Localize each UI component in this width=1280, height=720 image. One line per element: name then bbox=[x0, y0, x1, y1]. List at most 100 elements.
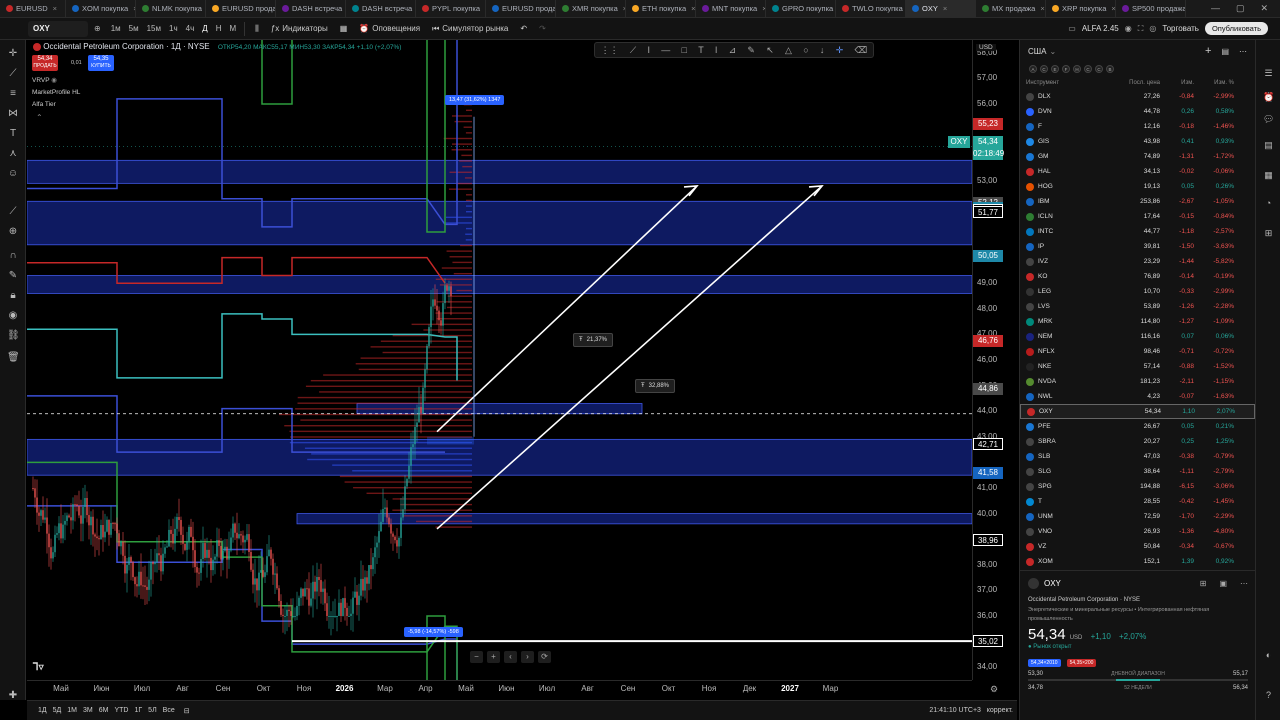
zoom-icon[interactable]: ⊕ bbox=[7, 226, 19, 238]
text-icon[interactable]: T bbox=[7, 128, 19, 140]
timeframe-option[interactable]: Д bbox=[198, 24, 211, 33]
minimize-icon[interactable]: — bbox=[1211, 3, 1220, 14]
circle-tool-icon[interactable]: ○ bbox=[803, 45, 808, 55]
axis-settings-icon[interactable]: ⚙ bbox=[990, 684, 998, 695]
lock-icon[interactable]: 🔒︎ bbox=[7, 290, 19, 302]
trade-button[interactable]: Торговать bbox=[1162, 24, 1199, 33]
watchlist-row[interactable]: LVS 53,89 -1,26 -2,28% bbox=[1020, 299, 1255, 314]
watchlist-row[interactable]: VNO 26,93 -1,36 -4,80% bbox=[1020, 524, 1255, 539]
watchlist-row[interactable]: XOM 152,1 1,39 0,92% bbox=[1020, 554, 1255, 569]
zoom-out-icon[interactable]: − bbox=[470, 651, 483, 663]
snapshot-icon[interactable]: ◎ bbox=[1149, 24, 1156, 33]
line-tool-icon[interactable]: ⟋ bbox=[630, 45, 636, 56]
range-option[interactable]: 1М bbox=[64, 707, 80, 714]
filter-chip[interactable]: B bbox=[1106, 65, 1114, 73]
publish-button[interactable]: Опубликовать bbox=[1205, 22, 1268, 35]
watchlist-row[interactable]: LEG 10,70 -0,33 -2,99% bbox=[1020, 284, 1255, 299]
add-symbol-icon[interactable]: ⊕ bbox=[94, 24, 101, 33]
browser-tab[interactable]: EURUSD продажа× bbox=[206, 0, 276, 18]
ask-pill[interactable]: 54,35×200 bbox=[1067, 659, 1097, 667]
currency-label[interactable]: USD bbox=[976, 44, 996, 51]
watchlist-row[interactable]: KO 76,89 -0,14 -0,19% bbox=[1020, 269, 1255, 284]
forecast-icon[interactable]: ⋏ bbox=[7, 148, 19, 160]
watchlist-row[interactable]: DVN 44,78 0,26 0,58% bbox=[1020, 104, 1255, 119]
filter-chip[interactable]: E bbox=[1051, 65, 1059, 73]
watchlist-row[interactable]: HAL 34,13 -0,02 -0,06% bbox=[1020, 164, 1255, 179]
simulator-button[interactable]: ⏮ Симулятор рынка bbox=[426, 24, 514, 34]
close-icon[interactable]: × bbox=[691, 4, 695, 13]
crosshair-icon[interactable]: ✛ bbox=[7, 48, 19, 60]
watchlist-title[interactable]: США bbox=[1028, 47, 1046, 56]
range-option[interactable]: 6М bbox=[96, 707, 112, 714]
measure-label-2[interactable]: Ŧ 32,88% bbox=[635, 379, 675, 393]
range-option[interactable]: 5Л bbox=[145, 707, 160, 714]
detail-company-name[interactable]: Occidental Petroleum Corporation · NYSE bbox=[1028, 597, 1248, 603]
range-option[interactable]: 1Г bbox=[131, 707, 145, 714]
range-option[interactable]: YTD bbox=[111, 707, 131, 714]
browser-tab[interactable]: PYPL покупка× bbox=[416, 0, 486, 18]
watchlist-row[interactable]: SBRA 20,27 0,25 1,25% bbox=[1020, 434, 1255, 449]
undo-icon[interactable]: ↶ bbox=[514, 24, 533, 33]
watchlist-row[interactable]: OXY 54,34 1,10 2,07% bbox=[1020, 404, 1255, 419]
close-icon[interactable]: × bbox=[1040, 4, 1044, 13]
watchlist-row[interactable]: NEM 116,16 0,07 0,06% bbox=[1020, 329, 1255, 344]
indicator-label-marketprofile[interactable]: MarketProfile HL bbox=[32, 89, 80, 96]
filter-chip[interactable]: C bbox=[1095, 65, 1103, 73]
maximize-icon[interactable]: ▢ bbox=[1236, 3, 1245, 14]
vline-tool-icon[interactable]: ǀ bbox=[715, 45, 717, 55]
watchlist-layout-icon[interactable]: ▤ bbox=[1221, 47, 1229, 56]
fullscreen-icon[interactable]: ⛶ bbox=[1138, 24, 1144, 34]
browser-tab[interactable]: EURUSD продажа× bbox=[486, 0, 556, 18]
symbol-search-input[interactable]: OXY bbox=[28, 21, 88, 37]
browser-tab[interactable]: GPRO покупка× bbox=[766, 0, 836, 18]
timeframe-option[interactable]: 15м bbox=[143, 24, 165, 33]
more-icon[interactable]: ⋯ bbox=[1239, 47, 1247, 56]
sell-button[interactable]: 54,34 ПРОДАТЬ bbox=[32, 55, 58, 71]
watchlist-row[interactable]: HOG 19,13 0,05 0,26% bbox=[1020, 179, 1255, 194]
detail-symbol[interactable]: OXY bbox=[1044, 579, 1061, 588]
cross-tool-icon[interactable]: ✛ bbox=[836, 45, 844, 56]
watchlist-row[interactable]: IVZ 23,29 -1,44 -5,82% bbox=[1020, 254, 1255, 269]
browser-tab[interactable]: XRP покупка × bbox=[1046, 0, 1116, 18]
timeframe-option[interactable]: 5м bbox=[125, 24, 143, 33]
filter-chip[interactable]: A bbox=[1029, 65, 1037, 73]
browser-tab[interactable]: DASH встреча× bbox=[346, 0, 416, 18]
settings-circle-icon[interactable]: ◉ bbox=[1125, 24, 1132, 33]
time-axis[interactable]: Май Июн Июл Авг Сен Окт Ноя 2026 Мар Апр Май Июн Июл… bbox=[27, 680, 972, 698]
browser-tab[interactable]: EURUSD × bbox=[0, 0, 66, 18]
news-icon[interactable]: ▤ bbox=[1263, 140, 1274, 151]
alerts-icon[interactable]: ⏰ bbox=[1263, 92, 1274, 103]
browser-tab[interactable]: DASH встреча× bbox=[276, 0, 346, 18]
date-range-icon[interactable]: ⊟ bbox=[184, 707, 190, 715]
indicator-label-vrvp[interactable]: VRVP ◉ bbox=[32, 76, 57, 84]
watchlist-row[interactable]: NFLX 98,46 -0,71 -0,72% bbox=[1020, 344, 1255, 359]
browser-tab[interactable]: XOM покупка× bbox=[66, 0, 136, 18]
adjustment-mode[interactable]: коррект. bbox=[987, 707, 1013, 714]
watchlist-row[interactable]: GIS 43,98 0,41 0,93% bbox=[1020, 134, 1255, 149]
watchlist-icon[interactable]: ☰ bbox=[1263, 68, 1274, 79]
calendar-icon[interactable]: ▦ bbox=[1263, 170, 1274, 181]
timeframe-option[interactable]: 1ч bbox=[165, 24, 182, 33]
fib-icon[interactable]: ≡ bbox=[7, 88, 19, 100]
watchlist-row[interactable]: NWL 4,23 -0,07 -1,63% bbox=[1020, 389, 1255, 404]
pattern-icon[interactable]: ⋈ bbox=[7, 108, 19, 120]
watchlist-row[interactable]: SPG 194,88 -6,15 -3,06% bbox=[1020, 479, 1255, 494]
watchlist-row[interactable]: UNM 72,59 -1,70 -2,29% bbox=[1020, 509, 1255, 524]
watchlist-row[interactable]: MRK 114,80 -1,27 -1,09% bbox=[1020, 314, 1255, 329]
ruler-icon[interactable]: ⟋ bbox=[7, 206, 19, 218]
cursor-tool-icon[interactable]: ↖ bbox=[766, 45, 774, 56]
help-icon[interactable]: ✚ bbox=[7, 690, 19, 702]
price-chart[interactable]: Occidental Petroleum Corporation · 1Д · … bbox=[27, 40, 972, 680]
watchlist-row[interactable]: INTC 44,77 -1,18 -2,57% bbox=[1020, 224, 1255, 239]
eye-icon[interactable]: ◉ bbox=[7, 310, 19, 322]
filter-chip[interactable]: H bbox=[1073, 65, 1081, 73]
zoom-in-icon[interactable]: + bbox=[487, 651, 500, 663]
filter-chip[interactable]: F bbox=[1062, 65, 1070, 73]
shape-tool-icon[interactable]: △ bbox=[785, 45, 792, 56]
broker-account[interactable]: ALFA 2.45 bbox=[1082, 24, 1119, 33]
range-option[interactable]: 5Д bbox=[50, 707, 65, 714]
measure-label-1[interactable]: Ŧ 21,37% bbox=[573, 333, 613, 347]
close-icon[interactable]: × bbox=[53, 4, 57, 13]
ideas-icon[interactable]: ◔ bbox=[1263, 198, 1274, 209]
chart-canvas[interactable] bbox=[27, 40, 972, 680]
